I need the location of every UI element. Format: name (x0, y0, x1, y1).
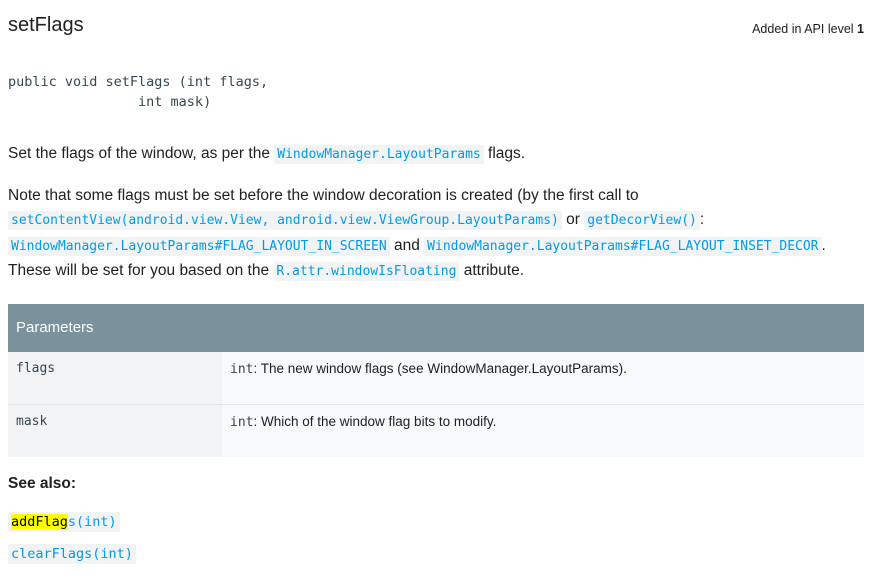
search-highlight: addFlag (11, 513, 68, 530)
see-also-link-clear-flags[interactable]: clearFlags(int) (8, 543, 864, 564)
api-level-value: 1 (857, 22, 864, 36)
link-text: s(int) (67, 513, 117, 530)
parameter-type: int (230, 414, 254, 430)
parameter-type: int (230, 361, 254, 377)
method-title: setFlags (8, 14, 84, 36)
desc-text: and (389, 236, 425, 254)
see-also-link-add-flags[interactable]: addFlags(int) (8, 511, 864, 532)
desc-text: Note that some flags must be set before … (8, 186, 639, 204)
see-also-link-chip[interactable]: clearFlags(int) (8, 543, 136, 564)
parameter-name: mask (8, 404, 222, 457)
method-signature: public void setFlags (int flags, int mas… (8, 72, 864, 112)
desc-text: or (561, 211, 585, 228)
link-flag-layout-in-screen[interactable]: WindowManager.LayoutParams#FLAG_LAYOUT_I… (8, 236, 390, 256)
method-header: setFlags Added in API level 1 (8, 0, 864, 52)
link-get-decor-view[interactable]: getDecorView() (584, 211, 700, 230)
desc-text: flags. (483, 145, 526, 162)
desc-text: Set the flags of the window, as per the (8, 145, 275, 162)
link-text: clearFlags(int) (11, 545, 133, 562)
parameter-row-flags: flags int: The new window flags (see Win… (8, 351, 864, 405)
api-doc-section: setFlags Added in API level 1 public voi… (8, 0, 864, 564)
parameters-header: Parameters (8, 303, 864, 352)
parameter-name: flags (8, 351, 222, 405)
parameter-desc-text: : Which of the window flag bits to modif… (253, 413, 497, 429)
description-paragraph-1: Set the flags of the window, as per the … (8, 142, 864, 168)
signature-line-1: public void setFlags (int flags, (8, 74, 269, 90)
see-also-link-chip[interactable]: addFlags(int) (8, 511, 120, 532)
link-flag-layout-inset-decor[interactable]: WindowManager.LayoutParams#FLAG_LAYOUT_I… (424, 236, 822, 256)
see-also-heading: See also: (8, 474, 77, 492)
parameter-description: int: Which of the window flag bits to mo… (222, 404, 864, 457)
link-layoutparams[interactable]: WindowManager.LayoutParams (274, 145, 484, 164)
parameters-table: Parameters flags int: The new window fla… (8, 303, 864, 457)
desc-text: attribute. (459, 262, 525, 279)
parameter-row-mask: mask int: Which of the window flag bits … (8, 404, 864, 457)
link-window-is-floating[interactable]: R.attr.windowIsFloating (273, 262, 460, 281)
parameter-description: int: The new window flags (see WindowMan… (222, 351, 864, 405)
desc-text: : (699, 211, 705, 228)
link-set-content-view[interactable]: setContentView(android.view.View, androi… (8, 211, 562, 230)
api-level-label: Added in API level 1 (752, 22, 864, 36)
signature-line-2: int mask) (8, 94, 212, 110)
description-paragraph-2: Note that some flags must be set before … (8, 184, 864, 285)
parameter-desc-text: : The new window flags (see WindowManage… (253, 360, 627, 376)
api-level-prefix: Added in API level (752, 22, 854, 36)
